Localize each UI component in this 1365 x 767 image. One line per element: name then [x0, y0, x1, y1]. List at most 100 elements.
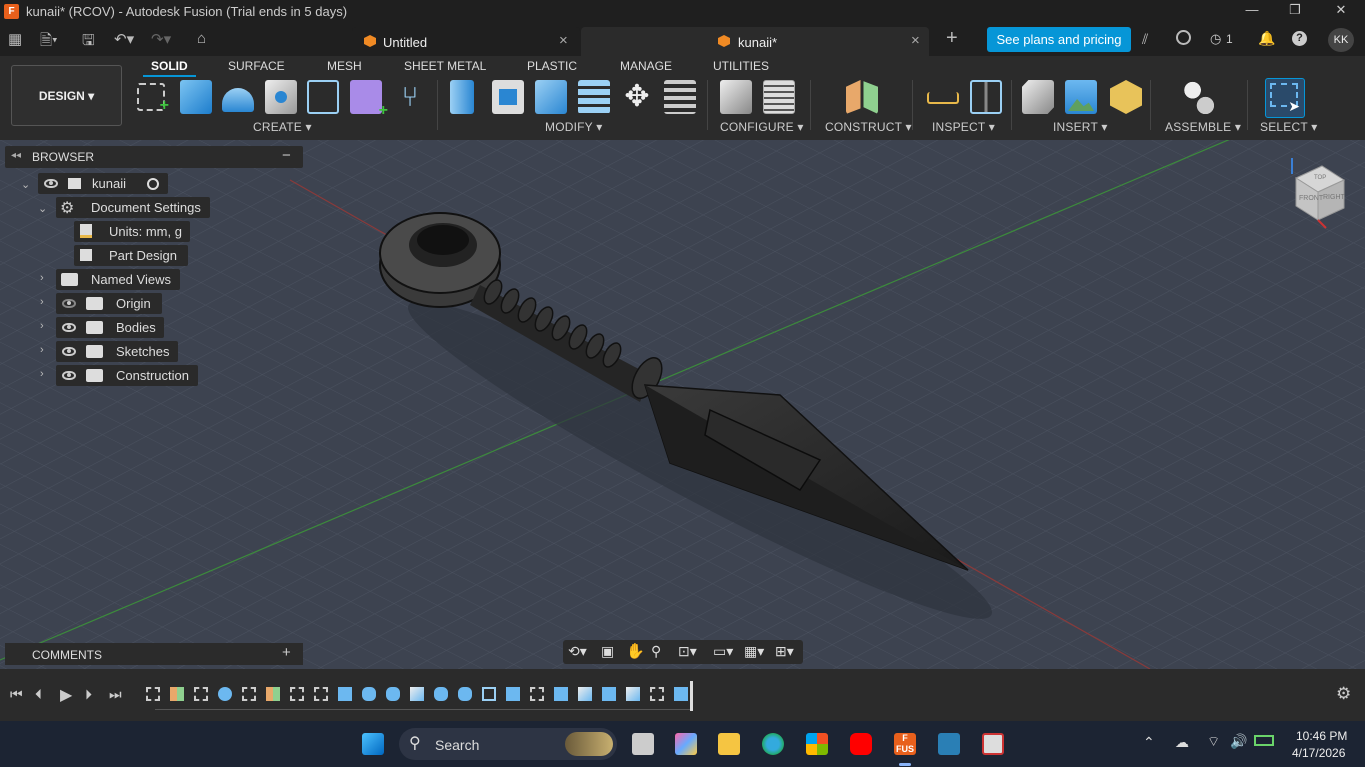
timeline-extrude-feature[interactable] — [386, 687, 400, 701]
3d-viewport[interactable]: FRONT RIGHT TOP — [0, 140, 1365, 669]
shell-icon[interactable] — [578, 80, 610, 114]
chevron-right-icon[interactable]: › — [40, 272, 44, 284]
visibility-eye-icon[interactable] — [62, 323, 76, 332]
taskbar-search-box[interactable]: ⚲ Search — [399, 728, 617, 760]
tree-item-part-design[interactable]: Part Design — [74, 245, 188, 266]
chevron-right-icon[interactable]: › — [40, 344, 44, 356]
fusion-taskbar-icon[interactable]: F FUS — [894, 733, 916, 755]
browser-panel-header[interactable]: ◂◂ BROWSER − — [5, 146, 303, 168]
minimize-button[interactable]: — — [1242, 2, 1262, 20]
close-tab-icon[interactable]: × — [911, 32, 920, 49]
pan-hand-icon[interactable]: ✋ — [626, 642, 645, 660]
volume-icon[interactable]: 🔊 — [1230, 733, 1247, 750]
task-view-icon[interactable] — [632, 733, 654, 755]
timeline-sketch-feature[interactable] — [530, 687, 544, 701]
timeline-pattern-feature[interactable] — [482, 687, 496, 701]
home-icon[interactable]: ⌂ — [197, 30, 206, 47]
app-icon-monitor[interactable] — [938, 733, 960, 755]
comments-panel-header[interactable]: COMMENTS + — [5, 643, 303, 665]
timeline-marker[interactable] — [690, 681, 693, 711]
tree-item-bodies[interactable]: Bodies — [56, 317, 164, 338]
tab-untitled[interactable]: Untitled × — [352, 27, 580, 56]
timeline-combine-feature[interactable] — [506, 687, 520, 701]
close-tab-icon[interactable]: × — [559, 32, 568, 49]
clock-time[interactable]: 10:46 PM — [1296, 729, 1347, 743]
minimize-browser-icon[interactable]: − — [282, 147, 291, 164]
timeline-fillet-feature[interactable] — [410, 687, 424, 701]
tab-utilities[interactable]: UTILITIES — [713, 59, 769, 73]
visibility-eye-icon[interactable] — [62, 371, 76, 380]
tree-item-document-settings[interactable]: ⚙ Document Settings — [56, 197, 210, 218]
viewports-icon[interactable]: ⊞▾ — [775, 643, 794, 660]
visibility-eye-icon[interactable] — [62, 347, 76, 356]
offset-plane-icon[interactable] — [846, 80, 878, 114]
insert-derive-icon[interactable] — [1022, 80, 1054, 114]
orbit-icon[interactable]: ⟲▾ — [568, 643, 587, 660]
timeline-extrude-feature[interactable] — [338, 687, 352, 701]
view-cube[interactable]: FRONT RIGHT TOP — [1286, 158, 1348, 230]
select-icon[interactable]: ➤ — [1265, 78, 1305, 118]
tab-surface[interactable]: SURFACE — [228, 59, 285, 73]
onedrive-cloud-icon[interactable]: ☁ — [1175, 734, 1189, 751]
youtube-icon[interactable] — [850, 733, 872, 755]
new-tab-plus-icon[interactable]: + — [946, 27, 958, 50]
timeline-revolve-feature[interactable] — [218, 687, 232, 701]
tab-solid[interactable]: SOLID — [143, 59, 196, 77]
timeline-plane-feature[interactable] — [266, 687, 280, 701]
timeline-sketch-feature[interactable] — [290, 687, 304, 701]
fillet-icon[interactable] — [492, 80, 524, 114]
file-explorer-icon[interactable] — [718, 733, 740, 755]
tab-sheet-metal[interactable]: SHEET METAL — [404, 59, 486, 73]
extrude-icon[interactable] — [180, 80, 212, 114]
tree-item-construction[interactable]: Construction — [56, 365, 198, 386]
chevron-down-icon[interactable]: ⌄ — [38, 202, 47, 215]
user-avatar[interactable]: KK — [1328, 28, 1354, 52]
look-at-icon[interactable]: ▣ — [601, 643, 614, 660]
timeline-extrude-feature[interactable] — [458, 687, 472, 701]
extensions-icon[interactable]: ⫽ — [1142, 31, 1148, 48]
inspect-menu[interactable]: INSPECT ▾ — [932, 120, 995, 134]
undo-icon[interactable]: ↶▾ — [114, 30, 134, 48]
tree-item-units[interactable]: Units: mm, g — [74, 221, 190, 242]
select-menu[interactable]: SELECT ▾ — [1260, 120, 1317, 134]
timeline-settings-gear-icon[interactable]: ⚙ — [1336, 684, 1351, 704]
tree-item-named-views[interactable]: Named Views — [56, 269, 180, 290]
play-icon[interactable]: ▶ — [60, 685, 72, 705]
timeline-sketch-feature[interactable] — [242, 687, 256, 701]
change-parameters-icon[interactable] — [664, 80, 696, 114]
timeline-extrude-feature[interactable] — [674, 687, 688, 701]
chevron-up-icon[interactable]: ⌃ — [1143, 734, 1155, 751]
chevron-right-icon[interactable]: › — [40, 368, 44, 380]
grid-settings-icon[interactable]: ▦▾ — [744, 643, 764, 660]
timeline-sketch-feature[interactable] — [314, 687, 328, 701]
timeline-sketch-feature[interactable] — [146, 687, 160, 701]
notifications-bell-icon[interactable]: 🔔 — [1258, 30, 1275, 47]
active-component-radio-icon[interactable] — [147, 178, 159, 190]
chevron-right-icon[interactable]: › — [40, 296, 44, 308]
apps-grid-icon[interactable]: ▦ — [8, 30, 22, 48]
create-sketch-icon[interactable]: + — [137, 83, 169, 114]
timeline-fillet-feature[interactable] — [626, 687, 640, 701]
redo-icon[interactable]: ↷▾ — [151, 30, 171, 48]
snipping-tool-icon[interactable] — [982, 733, 1004, 755]
insert-canvas-icon[interactable] — [1065, 80, 1097, 114]
help-icon[interactable]: ? — [1292, 31, 1307, 46]
chevron-down-icon[interactable]: ⌄ — [21, 178, 30, 191]
display-settings-icon[interactable]: ▭▾ — [713, 643, 733, 660]
measure-icon[interactable] — [927, 92, 959, 104]
combine-icon[interactable] — [535, 80, 567, 114]
timeline-combine-feature[interactable] — [602, 687, 616, 701]
go-to-start-icon[interactable]: ⏮ — [10, 686, 23, 703]
derive-icon[interactable]: ⑂ — [394, 80, 426, 114]
timeline-press-pull-feature[interactable] — [554, 687, 568, 701]
configure-menu[interactable]: CONFIGURE ▾ — [720, 120, 804, 134]
tab-manage[interactable]: MANAGE — [620, 59, 672, 73]
timeline-plane-feature[interactable] — [170, 687, 184, 701]
chevron-right-icon[interactable]: › — [40, 320, 44, 332]
timeline-fillet-feature[interactable] — [578, 687, 592, 701]
copilot-icon[interactable] — [675, 733, 697, 755]
tab-plastic[interactable]: PLASTIC — [527, 59, 577, 73]
timeline-sketch-feature[interactable] — [650, 687, 664, 701]
workspace-switcher-button[interactable]: DESIGN ▾ — [11, 65, 122, 126]
create-form-icon[interactable]: + — [350, 80, 388, 119]
